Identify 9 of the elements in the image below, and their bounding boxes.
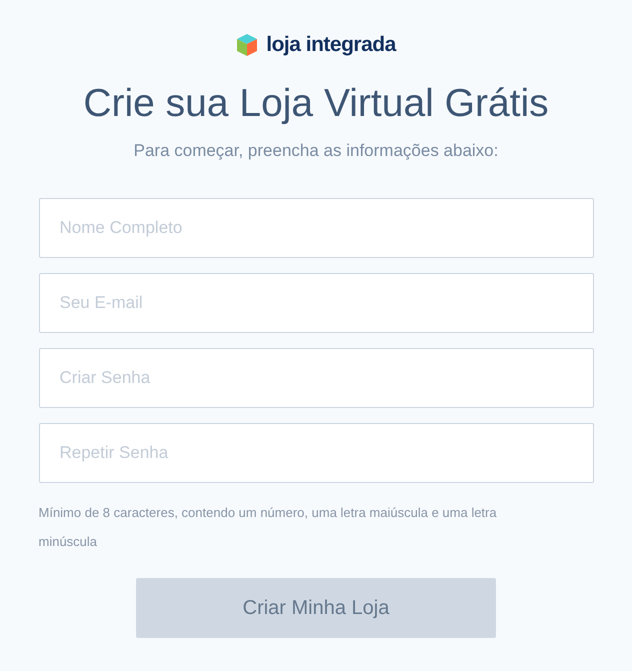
logo-wordmark: loja integrada <box>266 32 396 58</box>
input-field[interactable]: Criar Senha <box>38 348 594 408</box>
input-field[interactable]: Nome Completo <box>38 198 594 258</box>
input-field[interactable]: Seu E-mail <box>38 272 594 332</box>
cube-logo-icon <box>236 33 258 57</box>
input-field[interactable]: Repetir Senha <box>38 422 594 482</box>
password-hint: Mínimo de 8 caracteres, contendo um número, uma letra maiúscula e uma letra minúscula <box>38 504 498 550</box>
page-title: Crie sua Loja Virtual Grátis <box>83 81 549 127</box>
subtitle: Para começar, preencha as informações abaixo: <box>134 140 498 162</box>
